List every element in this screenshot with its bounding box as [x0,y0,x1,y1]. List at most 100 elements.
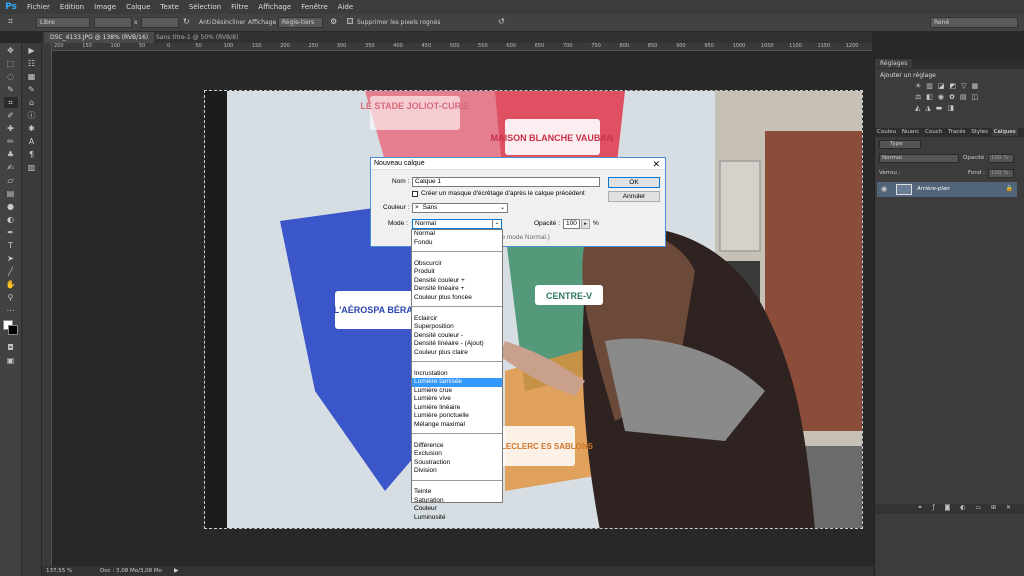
color-select[interactable]: × Sans ⌄ [412,203,508,213]
healing-tool-icon[interactable]: ✚ [4,123,18,134]
blend-mode-option[interactable]: Lumière vive [412,395,502,404]
tab-calques[interactable]: Calques [991,128,1018,136]
threshold-icon[interactable]: ◮ [925,104,930,112]
menu-image[interactable]: Image [89,3,121,11]
blend-mode-option[interactable]: Soustraction [412,459,502,468]
balance-icon[interactable]: ⚖ [915,93,921,101]
blend-mode-option[interactable]: Couleur [412,505,502,514]
character-icon[interactable]: A [25,136,39,147]
tab-couleur[interactable]: Couleu [875,128,898,136]
play-icon[interactable]: ▶ [25,45,39,56]
blend-mode-option[interactable]: Eclaircir [412,315,502,324]
blend-mode-option[interactable]: Luminosité [412,514,502,523]
crop-ratio-select[interactable]: Libre [36,17,90,28]
close-icon[interactable]: ✕ [652,158,660,170]
tab-dsc-4133[interactable]: DSC_4133.JPG @ 138% (RVB/16) [44,32,155,43]
info-icon[interactable]: ⓘ [25,110,39,121]
menu-fenetre[interactable]: Fenêtre [296,3,332,11]
menu-texte[interactable]: Texte [155,3,183,11]
clone-source-icon[interactable]: ✱ [25,123,39,134]
eye-icon[interactable]: ◉ [881,185,887,193]
menu-selection[interactable]: Sélection [184,3,226,11]
blend-mode-option[interactable]: Lumière crue [412,387,502,396]
blend-mode-option[interactable]: Densité linéaire + [412,285,502,294]
blend-mode-option[interactable]: Fondu [412,239,502,248]
background-color-swatch[interactable] [8,325,18,335]
shape-tool-icon[interactable]: ╱ [4,266,18,277]
blend-mode-option[interactable]: Couleur plus claire [412,349,502,358]
status-arrow-icon[interactable]: ▶ [174,567,179,574]
blend-mode-option[interactable]: Couleur plus foncée [412,294,502,303]
dodge-tool-icon[interactable]: ◐ [4,214,18,225]
menu-filtre[interactable]: Filtre [226,3,253,11]
workspace-select[interactable]: René [930,17,1018,28]
levels-icon[interactable]: ▥ [926,82,933,90]
overlay-select[interactable]: Règle-tiers [278,17,323,28]
menu-calque[interactable]: Calque [121,3,155,11]
quick-select-tool-icon[interactable]: ✎ [4,84,18,95]
blend-mode-option[interactable]: Incrustation [412,370,502,379]
adjustment-layer-icon[interactable]: ◐ [960,504,969,511]
blend-mode-option[interactable]: Densité couleur + [412,277,502,286]
blend-mode-dropdown[interactable]: Normal Fondu Obscurcir Produit Densité coule… [411,229,503,521]
menu-edition[interactable]: Edition [55,3,89,11]
selective-color-icon[interactable]: ◨ [947,104,954,112]
glyphs-icon[interactable]: ▥ [25,162,39,173]
tab-styles[interactable]: Styles [969,128,990,136]
vibrance-icon[interactable]: ▽ [961,82,966,90]
mask-icon[interactable]: ◙ [945,504,955,511]
gradient-map-icon[interactable]: ▬ [936,104,943,112]
zoom-tool-icon[interactable]: ⚲ [4,292,18,303]
blend-mode-option[interactable]: Lumière linéaire [412,404,502,413]
front-image-button[interactable]: Anti [199,19,211,26]
crop-width-input[interactable] [94,17,132,28]
mode-select[interactable]: Normal ⌄ [412,219,502,229]
tool-presets-icon[interactable]: ⌂ [25,97,39,108]
link-icon[interactable]: ⚭ [918,504,927,511]
blur-tool-icon[interactable]: ● [4,201,18,212]
fx-icon[interactable]: ƒ [932,504,938,511]
ok-button[interactable]: OK [608,177,660,188]
mixer-icon[interactable]: ✿ [949,93,955,101]
bw-icon[interactable]: ◧ [926,93,933,101]
reset-icon[interactable]: ↺ [498,17,505,26]
blend-mode-option[interactable]: Densité linéaire - (Ajout) [412,340,502,349]
blend-mode-option[interactable]: Différence [412,442,502,451]
document-canvas[interactable]: LE STADE JOLIOT-CURIE MAISON BLANCHE VAU… [204,90,863,529]
layer-row-background[interactable]: ◉ Arrière-plan 🔒 [877,182,1017,197]
tab-couches[interactable]: Couch [923,128,944,136]
blend-mode-option[interactable]: Obscurcir [412,260,502,269]
cancel-button[interactable]: Annuler [608,191,660,202]
delete-cropped-checkbox[interactable] [347,18,353,24]
clear-button[interactable]: Désincliner [212,19,246,26]
blend-mode-option[interactable]: Teinte [412,488,502,497]
crop-tool-icon[interactable]: ⌗ [8,17,13,27]
clip-mask-checkbox[interactable] [412,191,418,197]
history-icon[interactable]: ☷ [25,58,39,69]
blend-mode-option[interactable]: Lumière tamisée [412,378,502,387]
move-tool-icon[interactable]: ✥ [4,45,18,56]
blend-mode-option[interactable]: Lumière ponctuelle [412,412,502,421]
gradient-tool-icon[interactable]: ▤ [4,188,18,199]
blend-mode-option[interactable]: Densité couleur - [412,332,502,341]
screen-mode-icon[interactable]: ▣ [4,355,18,366]
eyedropper-tool-icon[interactable]: ✐ [4,110,18,121]
layer-filter-select[interactable]: Type [879,140,921,149]
dialog-opacity-input[interactable]: 100 [563,219,580,229]
lookup-icon[interactable]: ▤ [960,93,967,101]
menu-aide[interactable]: Aide [333,3,358,11]
new-layer-icon[interactable]: ⊞ [991,504,1000,511]
zoom-level[interactable]: 137,55 % [46,568,72,574]
name-input[interactable]: Calque 1 [412,177,600,187]
swap-icon[interactable]: ↻ [183,17,190,26]
text-tool-icon[interactable]: T [4,240,18,251]
pen-tool-icon[interactable]: ✒ [4,227,18,238]
photo-filter-icon[interactable]: ◉ [938,93,944,101]
blend-mode-option[interactable]: Produit [412,268,502,277]
stamp-tool-icon[interactable]: ♣ [4,149,18,160]
paragraph-icon[interactable]: ¶ [25,149,39,160]
gear-icon[interactable]: ⚙ [330,17,337,26]
blend-mode-option[interactable]: Mélange maximal [412,421,502,430]
blend-mode-option[interactable]: Saturation [412,497,502,506]
blend-mode-option[interactable]: Division [412,467,502,476]
